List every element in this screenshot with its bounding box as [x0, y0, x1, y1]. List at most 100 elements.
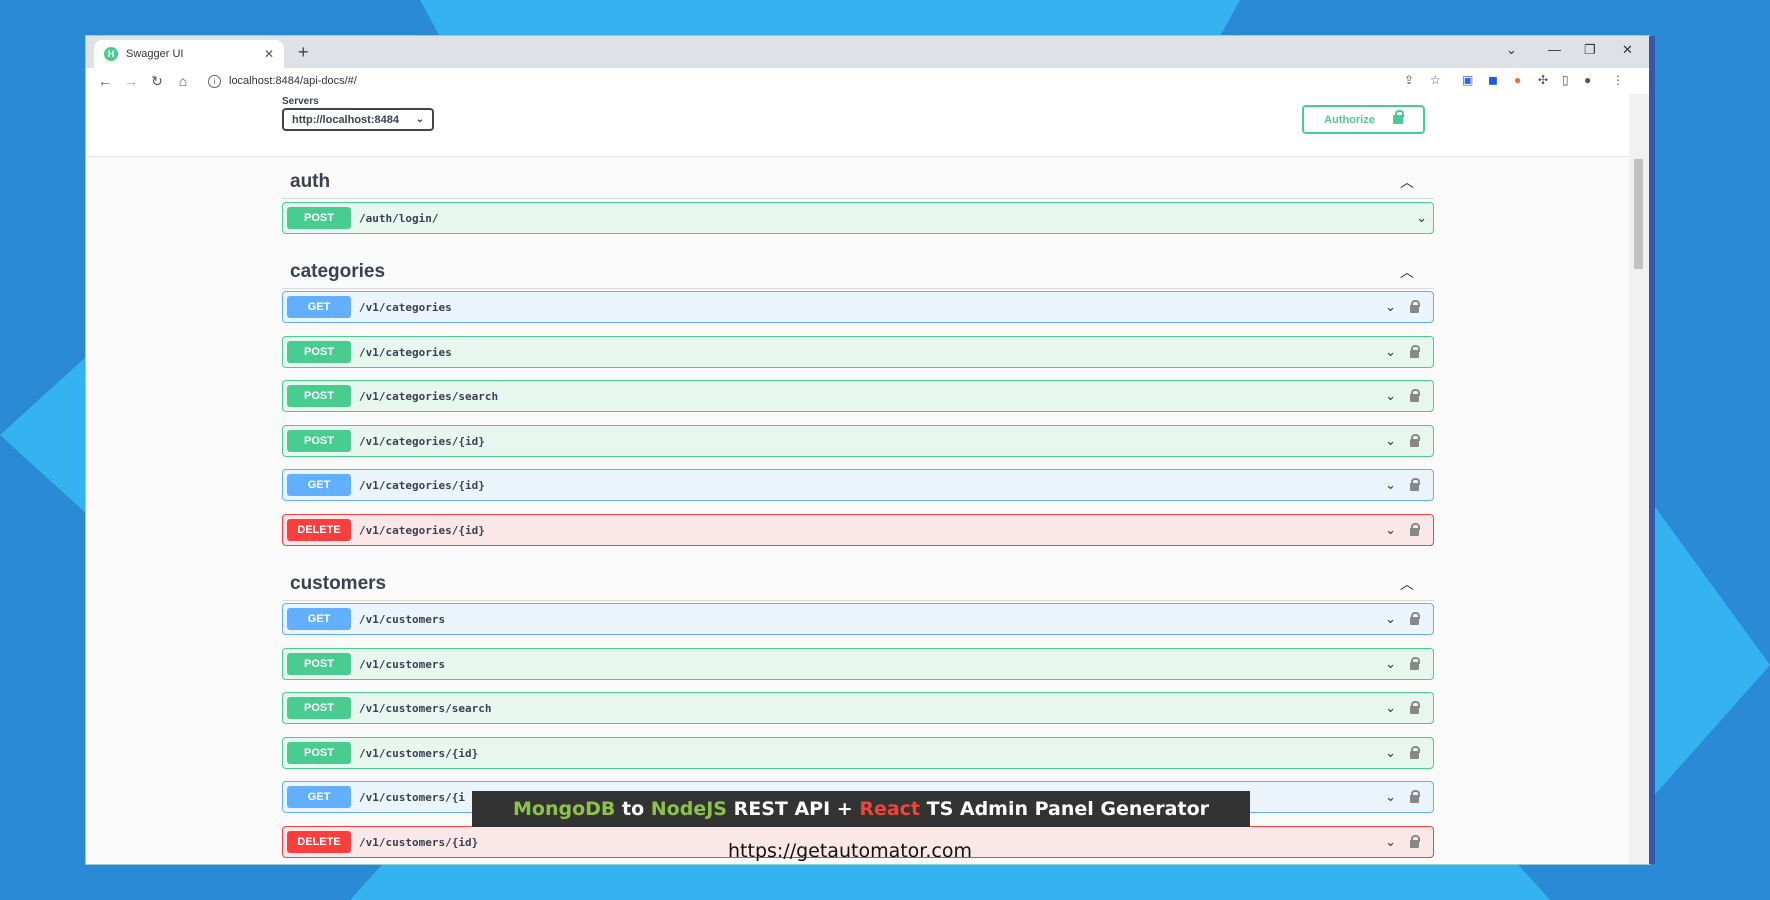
chevron-down-icon[interactable]: ⌄	[1385, 299, 1396, 315]
lock-icon[interactable]	[1410, 300, 1420, 313]
collapse-chevron-icon[interactable]: ︿	[1400, 172, 1414, 192]
operation-post[interactable]: POST/v1/categories/{id} ⌄	[282, 425, 1434, 457]
operation-get[interactable]: GET/v1/categories/{id} ⌄	[282, 469, 1434, 501]
operation-path: /auth/login/	[359, 211, 439, 225]
method-badge: POST	[287, 697, 351, 719]
lock-icon[interactable]	[1410, 790, 1420, 803]
home-icon[interactable]: ⌂	[176, 73, 190, 89]
close-tab-icon[interactable]: ✕	[264, 47, 274, 61]
lock-icon[interactable]	[1410, 345, 1420, 358]
share-icon[interactable]: ⇪	[1404, 73, 1414, 87]
method-badge: POST	[287, 742, 351, 764]
chevron-down-icon[interactable]: ⌄	[1385, 344, 1396, 360]
method-badge: DELETE	[287, 519, 351, 541]
operation-path: /v1/customers	[359, 612, 446, 626]
operation-path: /v1/customers/{id}	[359, 746, 479, 760]
side-panel-icon[interactable]: ▯	[1562, 73, 1569, 87]
window-edge	[1649, 36, 1655, 864]
operation-post[interactable]: POST/v1/customers ⌄	[282, 648, 1434, 680]
url-field[interactable]: i localhost:8484/api-docs/#/	[208, 74, 357, 88]
scrollbar-thumb[interactable]	[1634, 159, 1643, 269]
banner-nodejs: NodeJS	[650, 798, 727, 820]
lock-icon[interactable]	[1410, 701, 1420, 714]
chevron-down-icon[interactable]: ⌄	[1385, 745, 1396, 761]
background-shape	[350, 860, 1550, 900]
tab-search-icon[interactable]: ⌄	[1506, 42, 1517, 58]
collapse-chevron-icon[interactable]: ︿	[1400, 262, 1414, 282]
chevron-down-icon[interactable]: ⌄	[1385, 700, 1396, 716]
chevron-down-icon[interactable]: ⌄	[1385, 789, 1396, 805]
scrollbar[interactable]	[1629, 94, 1649, 864]
operation-get[interactable]: GET/v1/categories ⌄	[282, 291, 1434, 323]
operation-delete[interactable]: DELETE/v1/categories/{id} ⌄	[282, 514, 1434, 546]
tag-name: customers	[290, 573, 387, 594]
tag-header-customers[interactable]: customers ︿	[282, 568, 1434, 601]
new-tab-icon[interactable]: +	[298, 42, 309, 63]
operation-post[interactable]: POST/v1/customers/{id} ⌄	[282, 737, 1434, 769]
chevron-down-icon[interactable]: ⌄	[1416, 210, 1427, 226]
scheme-container: Servers http://localhost:8484 ⌄ Authoriz…	[86, 94, 1629, 157]
menu-kebab-icon[interactable]: ⋮	[1612, 73, 1624, 87]
operation-post[interactable]: POST/v1/categories/search ⌄	[282, 380, 1434, 412]
lock-icon[interactable]	[1410, 746, 1420, 759]
chevron-down-icon[interactable]: ⌄	[1385, 611, 1396, 627]
profile-avatar-icon[interactable]: ●	[1584, 73, 1591, 87]
browser-tab[interactable]: H Swagger UI ✕	[94, 40, 284, 68]
operation-path: /v1/customers/{id}	[359, 835, 479, 849]
operation-post[interactable]: POST/v1/customers/search ⌄	[282, 692, 1434, 724]
method-badge: GET	[287, 296, 351, 318]
close-window-icon[interactable]: ✕	[1622, 42, 1633, 58]
operation-path: /v1/categories/{id}	[359, 523, 485, 537]
background-shape	[0, 355, 88, 515]
lock-icon[interactable]	[1410, 835, 1420, 848]
chevron-down-icon[interactable]: ⌄	[1385, 388, 1396, 404]
lock-icon[interactable]	[1410, 478, 1420, 491]
chevron-down-icon[interactable]: ⌄	[1385, 522, 1396, 538]
collapse-chevron-icon[interactable]: ︿	[1400, 574, 1414, 594]
authorize-label: Authorize	[1324, 113, 1375, 126]
lock-icon[interactable]	[1410, 657, 1420, 670]
chevron-down-icon[interactable]: ⌄	[1385, 834, 1396, 850]
chevron-down-icon: ⌄	[415, 114, 424, 125]
lock-icon[interactable]	[1410, 612, 1420, 625]
translate-extension-icon[interactable]: ▣	[1462, 73, 1473, 87]
operation-path: /v1/customers/{i	[359, 790, 465, 804]
tag-header-categories[interactable]: categories ︿	[282, 256, 1434, 289]
authorize-button[interactable]: Authorize	[1302, 105, 1425, 134]
method-badge: POST	[287, 341, 351, 363]
site-info-icon[interactable]: i	[208, 74, 221, 88]
method-badge: GET	[287, 786, 351, 808]
lock-icon[interactable]	[1410, 389, 1420, 402]
address-bar: ← → ↻ ⌂ i localhost:8484/api-docs/#/ ⇪ ☆…	[86, 68, 1649, 95]
servers-select[interactable]: http://localhost:8484 ⌄	[282, 108, 434, 131]
tag-header-auth[interactable]: auth ︿	[282, 166, 1434, 199]
server-selected-value: http://localhost:8484	[292, 113, 399, 126]
operation-get[interactable]: GET/v1/customers ⌄	[282, 603, 1434, 635]
banner-mongodb: MongoDB	[512, 798, 616, 820]
operation-post[interactable]: POST/v1/categories ⌄	[282, 336, 1434, 368]
minimize-icon[interactable]: —	[1548, 42, 1561, 57]
operation-post[interactable]: POST/auth/login/ ⌄	[282, 202, 1434, 234]
operation-path: /v1/categories	[359, 345, 452, 359]
chevron-down-icon[interactable]: ⌄	[1385, 477, 1396, 493]
puzzle-extensions-icon[interactable]: ✣	[1538, 73, 1548, 87]
operation-path: /v1/categories/{id}	[359, 434, 485, 448]
chevron-down-icon[interactable]: ⌄	[1385, 656, 1396, 672]
tab-title: Swagger UI	[126, 48, 184, 60]
back-icon[interactable]: ←	[98, 73, 112, 89]
bitwarden-extension-icon[interactable]: ◼	[1488, 73, 1498, 87]
forward-icon[interactable]: →	[124, 73, 138, 89]
chevron-down-icon[interactable]: ⌄	[1385, 433, 1396, 449]
bookmark-star-icon[interactable]: ☆	[1430, 73, 1441, 87]
restore-icon[interactable]: ❐	[1584, 42, 1596, 58]
tag-name: categories	[290, 261, 386, 282]
tag-name: auth	[290, 171, 331, 192]
method-badge: POST	[287, 430, 351, 452]
lock-icon[interactable]	[1410, 434, 1420, 447]
method-badge: GET	[287, 608, 351, 630]
banner-text: TS Admin Panel Generator	[920, 798, 1209, 820]
lock-icon[interactable]	[1410, 523, 1420, 536]
reload-icon[interactable]: ↻	[150, 73, 164, 90]
extension-icon[interactable]: ●	[1514, 73, 1521, 87]
method-badge: POST	[287, 385, 351, 407]
